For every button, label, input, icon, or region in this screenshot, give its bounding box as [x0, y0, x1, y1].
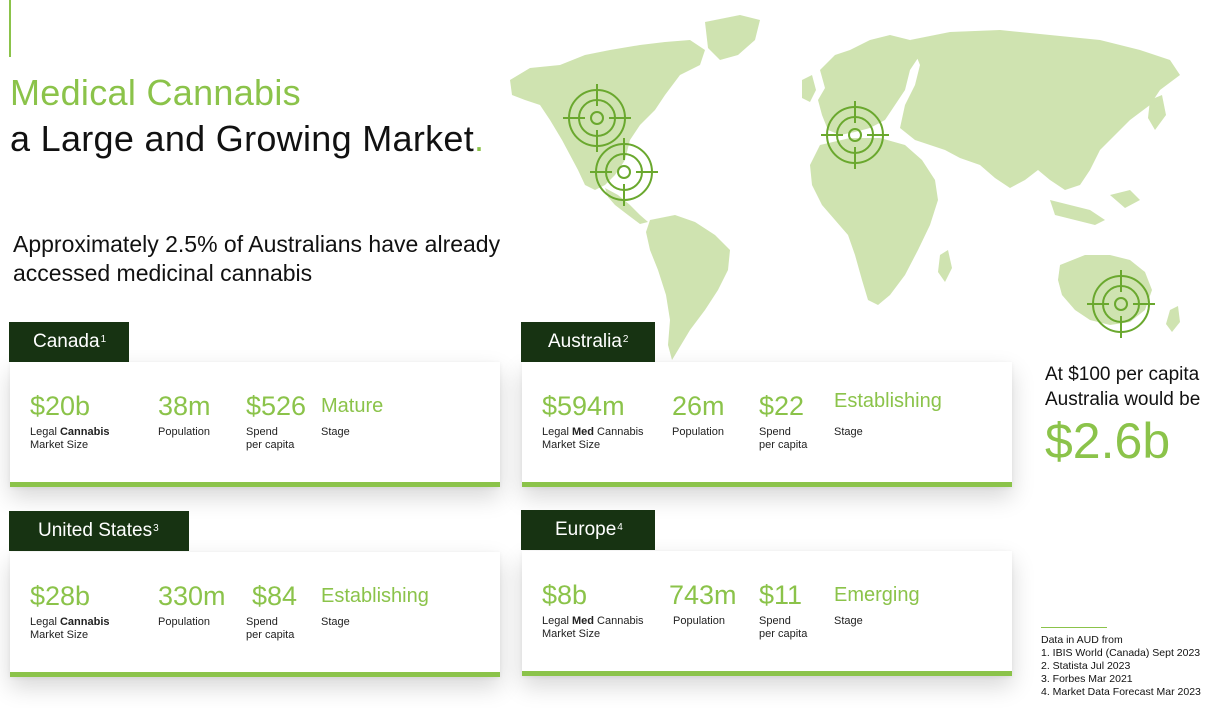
stage-value: Establishing	[321, 585, 429, 607]
region-tab-united-states: United States 3	[9, 511, 189, 551]
stage-stat: Emerging Stage	[834, 578, 920, 628]
spend-label: Spend per capita	[246, 426, 295, 451]
population-label: Population	[672, 426, 724, 438]
spend-label: Spend per capita	[759, 615, 808, 640]
market-size-label: Legal Med Cannabis Market Size	[542, 615, 644, 640]
source-item: 2. Statista Jul 2023	[1041, 660, 1131, 672]
stage-stat: Mature Stage	[321, 389, 383, 439]
callout-line2: Australia would be	[1045, 389, 1201, 410]
region-card-canada: $20b Legal Cannabis Market Size 38m Popul…	[10, 362, 500, 487]
subtitle: Approximately 2.5% of Australians have a…	[13, 231, 501, 286]
population-label: Population	[673, 615, 725, 627]
spend-label: Spend per capita	[759, 426, 808, 451]
callout-value: $2.6b	[1045, 413, 1171, 469]
region-tab-canada: Canada 1	[9, 322, 129, 362]
stage-label: Stage	[834, 426, 863, 438]
spend-value: $11	[759, 580, 803, 610]
market-size-value: $8b	[542, 580, 588, 610]
population-label: Population	[158, 616, 210, 628]
title-dot: .	[474, 118, 485, 159]
spend-value: $84	[252, 581, 298, 611]
stage-stat: Establishing Stage	[834, 384, 942, 439]
spend-stat: $526 Spend per capita	[246, 389, 306, 452]
population-label: Population	[158, 426, 210, 438]
spend-value: $526	[246, 391, 307, 421]
spend-stat: $22 Spend per capita	[759, 389, 807, 452]
market-size-label: Legal Cannabis Market Size	[30, 426, 110, 451]
market-size-stat: $28b Legal Cannabis Market Size	[30, 579, 110, 642]
stage-label: Stage	[321, 616, 350, 628]
source-item: 1. IBIS World (Canada) Sept 2023	[1041, 647, 1201, 659]
notes-divider	[1041, 627, 1107, 628]
region-card-australia: $594m Legal Med Cannabis Market Size 26m …	[522, 362, 1012, 487]
population-stat: 330m Population	[158, 579, 226, 629]
region-card-europe: $8b Legal Med Cannabis Market Size 743m P…	[522, 551, 1012, 676]
spend-stat: $84 Spend per capita	[246, 579, 298, 642]
notes-heading: Data in AUD from	[1041, 634, 1123, 646]
accent-line	[9, 0, 11, 57]
population-stat: 38m Population	[158, 389, 211, 439]
page-title: Medical Cannabis	[10, 72, 301, 113]
source-notes: Data in AUD from 1. IBIS World (Canada) …	[1041, 634, 1201, 699]
market-size-label: Legal Cannabis Market Size	[30, 616, 110, 641]
stage-label: Stage	[321, 426, 350, 438]
source-item: 4. Market Data Forecast Mar 2023	[1041, 686, 1201, 698]
spend-value: $22	[759, 391, 805, 421]
page-title-line2: a Large and Growing Market.	[10, 118, 484, 160]
region-tab-europe: Europe 4	[521, 510, 655, 550]
stage-value: Mature	[321, 395, 384, 417]
population-value: 743m	[669, 580, 737, 610]
market-size-stat: $594m Legal Med Cannabis Market Size	[542, 389, 644, 452]
per-capita-callout: At $100 per capita Australia would be	[1045, 362, 1200, 412]
title-text: a Large and Growing Market	[10, 118, 475, 159]
market-size-stat: $8b Legal Med Cannabis Market Size	[542, 578, 644, 641]
callout-line1: At $100 per capita	[1045, 364, 1200, 385]
market-size-label: Legal Med Cannabis Market Size	[542, 426, 644, 451]
population-stat: 743m Population	[669, 578, 737, 628]
market-size-value: $594m	[542, 391, 625, 421]
population-value: 38m	[158, 391, 211, 421]
market-size-value: $20b	[30, 391, 91, 421]
spend-stat: $11 Spend per capita	[759, 578, 807, 641]
source-item: 3. Forbes Mar 2021	[1041, 673, 1133, 685]
population-value: 26m	[672, 391, 725, 421]
market-size-stat: $20b Legal Cannabis Market Size	[30, 389, 110, 452]
population-value: 330m	[158, 581, 226, 611]
market-size-value: $28b	[30, 581, 91, 611]
stage-label: Stage	[834, 615, 863, 627]
stage-value: Establishing	[834, 390, 942, 412]
spend-label: Spend per capita	[246, 616, 295, 641]
region-tab-australia: Australia 2	[521, 322, 655, 362]
population-stat: 26m Population	[672, 389, 725, 439]
region-card-united-states: $28b Legal Cannabis Market Size 330m Popu…	[10, 552, 500, 677]
world-map-icon	[510, 15, 1180, 360]
stage-stat: Establishing Stage	[321, 579, 429, 629]
stage-value: Emerging	[834, 584, 920, 606]
